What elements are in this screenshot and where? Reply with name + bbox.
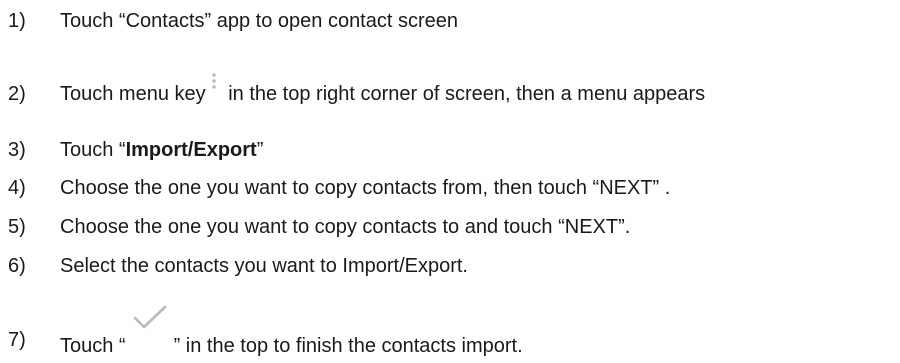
step-number: 4) (8, 177, 26, 199)
step-text-before: Touch menu key (60, 83, 206, 105)
step-number: 2) (8, 83, 26, 105)
step-number: 5) (8, 216, 26, 238)
step-text-before: Choose the one you want to copy contacts… (60, 177, 593, 199)
step-text: Touch “Import/Export” (60, 138, 263, 162)
step-text-quoted: “NEXT” (592, 177, 660, 199)
checkmark-icon (130, 305, 170, 352)
step-text: Touch “Contacts” app to open contact scr… (60, 10, 459, 32)
step-number: 7) (8, 329, 26, 351)
step-text-before: Touch “ (60, 335, 126, 357)
vertical-dots-menu-icon (209, 72, 219, 92)
step-number: 3) (8, 139, 26, 161)
step-text: Select the contacts you want to Import/E… (60, 255, 468, 277)
step-text: Choose the one you want to copy contacts… (60, 216, 631, 238)
step-number: 1) (8, 10, 26, 32)
step-text-before: Touch “ (60, 139, 126, 161)
step-text-after: in the top right corner of screen, then … (222, 83, 706, 105)
step-number: 6) (8, 255, 26, 277)
step-text-bold: Import/Export (125, 139, 257, 161)
step-text: Touch menu key in the top right corner o… (60, 73, 706, 106)
step-text: Choose the one you want to copy contacts… (60, 176, 670, 200)
step-text-after: ” (256, 139, 264, 161)
step-text-after: ” in the top to finish the contacts impo… (173, 335, 523, 357)
step-text: Touch “ ” in the top to finish the contac… (60, 305, 523, 358)
step-text-after: . (659, 177, 671, 199)
